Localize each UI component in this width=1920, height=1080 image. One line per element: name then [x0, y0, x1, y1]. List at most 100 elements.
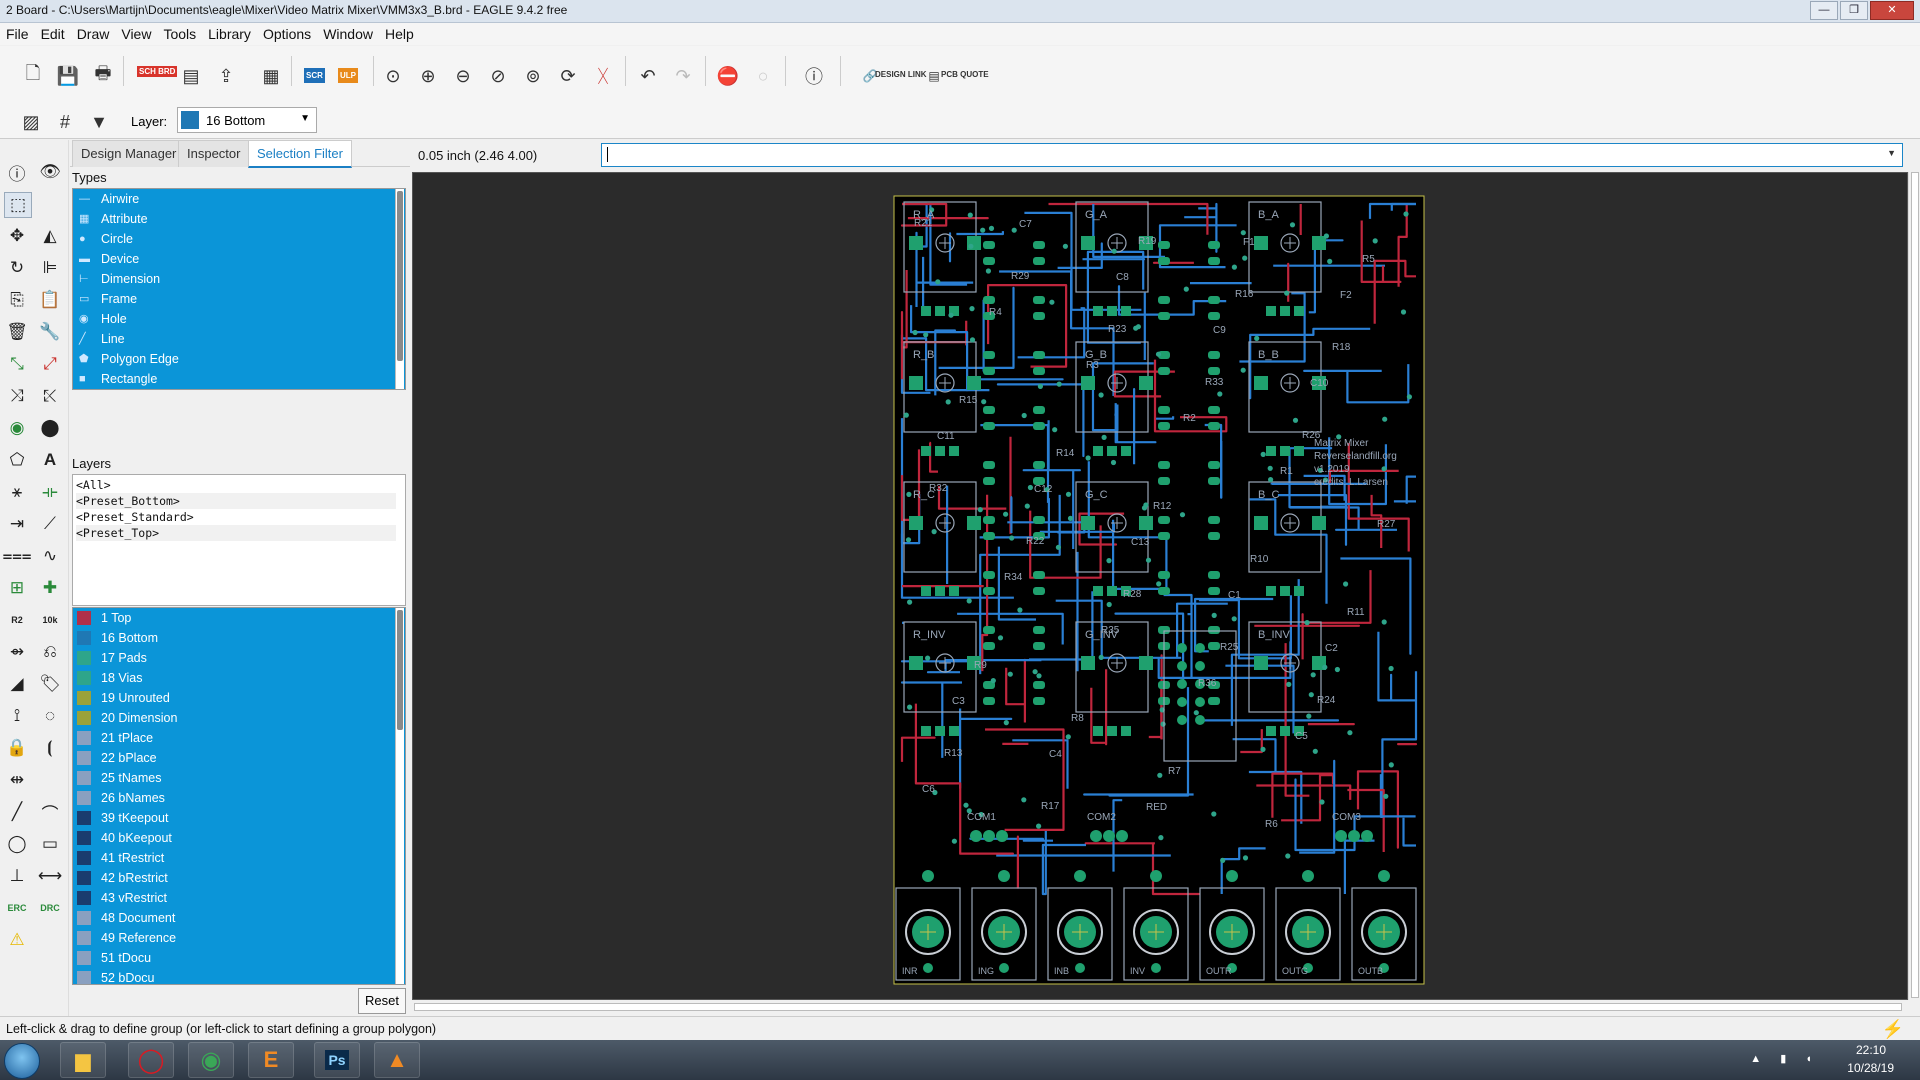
info-icon[interactable]: ⓘ: [4, 160, 30, 184]
layer-item[interactable]: 21 tPlace: [75, 728, 375, 748]
type-item[interactable]: ■ Rectangle: [75, 369, 375, 389]
export-icon[interactable]: ⇪: [213, 63, 239, 89]
paste-icon[interactable]: 📋: [37, 288, 63, 312]
optimize-icon[interactable]: ⤪: [37, 384, 63, 408]
layer-item[interactable]: 39 tKeepout: [75, 808, 375, 828]
3d-icon[interactable]: ▦: [258, 63, 284, 89]
attribute-icon[interactable]: 🏷: [37, 672, 63, 696]
print-icon[interactable]: 🖶: [90, 63, 116, 89]
filter-icon[interactable]: ▼: [86, 109, 112, 135]
menu-view[interactable]: View: [115, 23, 157, 45]
rotate-icon[interactable]: ↻: [4, 256, 30, 280]
add-icon[interactable]: ⊞: [4, 576, 30, 600]
line-icon[interactable]: ⟋: [37, 512, 63, 536]
ulp-button[interactable]: ULP: [338, 68, 358, 83]
pad-icon[interactable]: ⬤: [37, 416, 63, 440]
delete-icon[interactable]: 🗑: [4, 320, 30, 344]
signal-icon[interactable]: ⟛: [37, 480, 63, 504]
layer-item[interactable]: 51 tDocu: [75, 948, 375, 968]
lock-icon[interactable]: 🔒: [4, 736, 30, 760]
types-scrollbar[interactable]: [395, 189, 404, 389]
taskbar-opera[interactable]: ◯: [128, 1042, 174, 1078]
canvas-horizontal-scrollbar[interactable]: [412, 1000, 1908, 1014]
type-item[interactable]: ◉ Hole: [75, 309, 375, 329]
split-icon[interactable]: ⤨: [4, 384, 30, 408]
pcb-quote-button[interactable]: PCB QUOTE: [941, 70, 989, 79]
drc-icon[interactable]: DRC: [37, 896, 63, 920]
smash-icon[interactable]: ⇴: [4, 640, 30, 664]
warning-icon[interactable]: ⚠: [4, 928, 30, 952]
preset-standard[interactable]: <Preset_Standard>: [76, 509, 396, 525]
layers-scrollbar[interactable]: [395, 608, 404, 984]
layer-item[interactable]: 19 Unrouted: [75, 688, 375, 708]
group-icon[interactable]: ⬚: [4, 192, 32, 218]
layer-item[interactable]: 1 Top: [75, 608, 375, 628]
scr-button[interactable]: SCR: [304, 68, 325, 83]
layer-item[interactable]: 17 Pads: [75, 648, 375, 668]
taskbar-photoshop[interactable]: Ps: [314, 1042, 360, 1078]
dimension-icon[interactable]: ⇹: [4, 768, 30, 792]
sch-brd-switch-button[interactable]: SCH BRD: [137, 66, 178, 77]
zoom-last-icon[interactable]: ⊚: [520, 63, 546, 89]
type-item[interactable]: ▬ Device: [75, 249, 375, 269]
layer-item[interactable]: 41 tRestrict: [75, 848, 375, 868]
type-item[interactable]: ⬟ Polygon Edge: [75, 349, 375, 369]
lightning-icon[interactable]: ⚡: [1882, 1019, 1904, 1040]
name-icon[interactable]: R2: [4, 608, 30, 632]
type-item[interactable]: AText: [75, 389, 375, 390]
type-item[interactable]: ● Circle: [75, 229, 375, 249]
copy-icon[interactable]: ⎘: [4, 288, 30, 312]
miter-icon[interactable]: ◢: [4, 672, 30, 696]
rectangle-icon[interactable]: ▭: [37, 832, 63, 856]
taskbar-explorer[interactable]: ▆: [60, 1042, 106, 1078]
save-icon[interactable]: 💾: [55, 63, 81, 89]
minimize-button[interactable]: —: [1810, 1, 1838, 20]
measure-icon[interactable]: ⟷: [37, 864, 63, 888]
erc-icon[interactable]: ERC: [4, 896, 30, 920]
type-item[interactable]: ╱ Line: [75, 329, 375, 349]
chevron-down-icon[interactable]: ▼: [1887, 148, 1896, 158]
zoom-fit-icon[interactable]: ⊙: [380, 63, 406, 89]
taskbar-eagle[interactable]: E: [248, 1042, 294, 1078]
layer-item[interactable]: 49 Reference: [75, 928, 375, 948]
tab-inspector[interactable]: Inspector: [178, 140, 250, 167]
menu-file[interactable]: File: [0, 23, 35, 45]
go-icon[interactable]: ○: [750, 63, 776, 89]
undo-icon[interactable]: ↶: [635, 63, 661, 89]
circle-icon[interactable]: ◯: [4, 832, 30, 856]
ratsnest-icon[interactable]: ᚷ: [590, 63, 616, 89]
tab-design-manager[interactable]: Design Manager: [72, 140, 186, 167]
layers-list[interactable]: 1 Top 16 Bottom 17 Pads 18 Vias 19 Unrouted 2…: [72, 607, 406, 985]
hole-icon[interactable]: ◌: [37, 704, 63, 728]
ripup-icon[interactable]: ⤢: [37, 352, 63, 376]
tab-selection-filter[interactable]: Selection Filter: [248, 140, 352, 168]
grid-icon[interactable]: #: [52, 109, 78, 135]
reset-button[interactable]: Reset: [358, 988, 406, 1014]
text-icon[interactable]: A: [37, 448, 63, 472]
layer-presets-list[interactable]: <All> <Preset_Bottom> <Preset_Standard> …: [72, 474, 406, 606]
type-item[interactable]: — Airwire: [75, 189, 375, 209]
layer-item[interactable]: 26 bNames: [75, 788, 375, 808]
pcb-board-drawing[interactable]: R_AR_BR_CR_INVG_AG_BG_CG_INVB_AB_BB_CB_I…: [412, 172, 1908, 1000]
type-item[interactable]: ⊢ Dimension: [75, 269, 375, 289]
draw-line-icon[interactable]: ╱: [4, 800, 30, 824]
horizontal-scroll-thumb[interactable]: [414, 1003, 1902, 1011]
taskbar-chrome[interactable]: ◉: [188, 1042, 234, 1078]
change-icon[interactable]: 🔧: [37, 320, 63, 344]
menu-draw[interactable]: Draw: [71, 23, 116, 45]
menu-options[interactable]: Options: [257, 23, 317, 45]
layer-item[interactable]: 16 Bottom: [75, 628, 375, 648]
layer-item[interactable]: 22 bPlace: [75, 748, 375, 768]
menu-help[interactable]: Help: [379, 23, 420, 45]
via-icon[interactable]: ◉: [4, 416, 30, 440]
preset-top[interactable]: <Preset_Top>: [76, 525, 396, 541]
bus-icon[interactable]: ⩶: [2, 544, 31, 568]
menu-library[interactable]: Library: [202, 23, 257, 45]
zoom-out-icon[interactable]: ⊖: [450, 63, 476, 89]
new-file-icon[interactable]: 🗋: [20, 63, 46, 89]
types-list[interactable]: — Airwire ▦ Attribute ● Circle ▬ Device ⊢ Dimensi…: [72, 188, 406, 390]
layer-item[interactable]: 20 Dimension: [75, 708, 375, 728]
canvas-vertical-scrollbar[interactable]: [1908, 172, 1920, 1000]
move-icon[interactable]: ✥: [4, 224, 30, 248]
taskbar-vlc[interactable]: ▲: [374, 1042, 420, 1078]
